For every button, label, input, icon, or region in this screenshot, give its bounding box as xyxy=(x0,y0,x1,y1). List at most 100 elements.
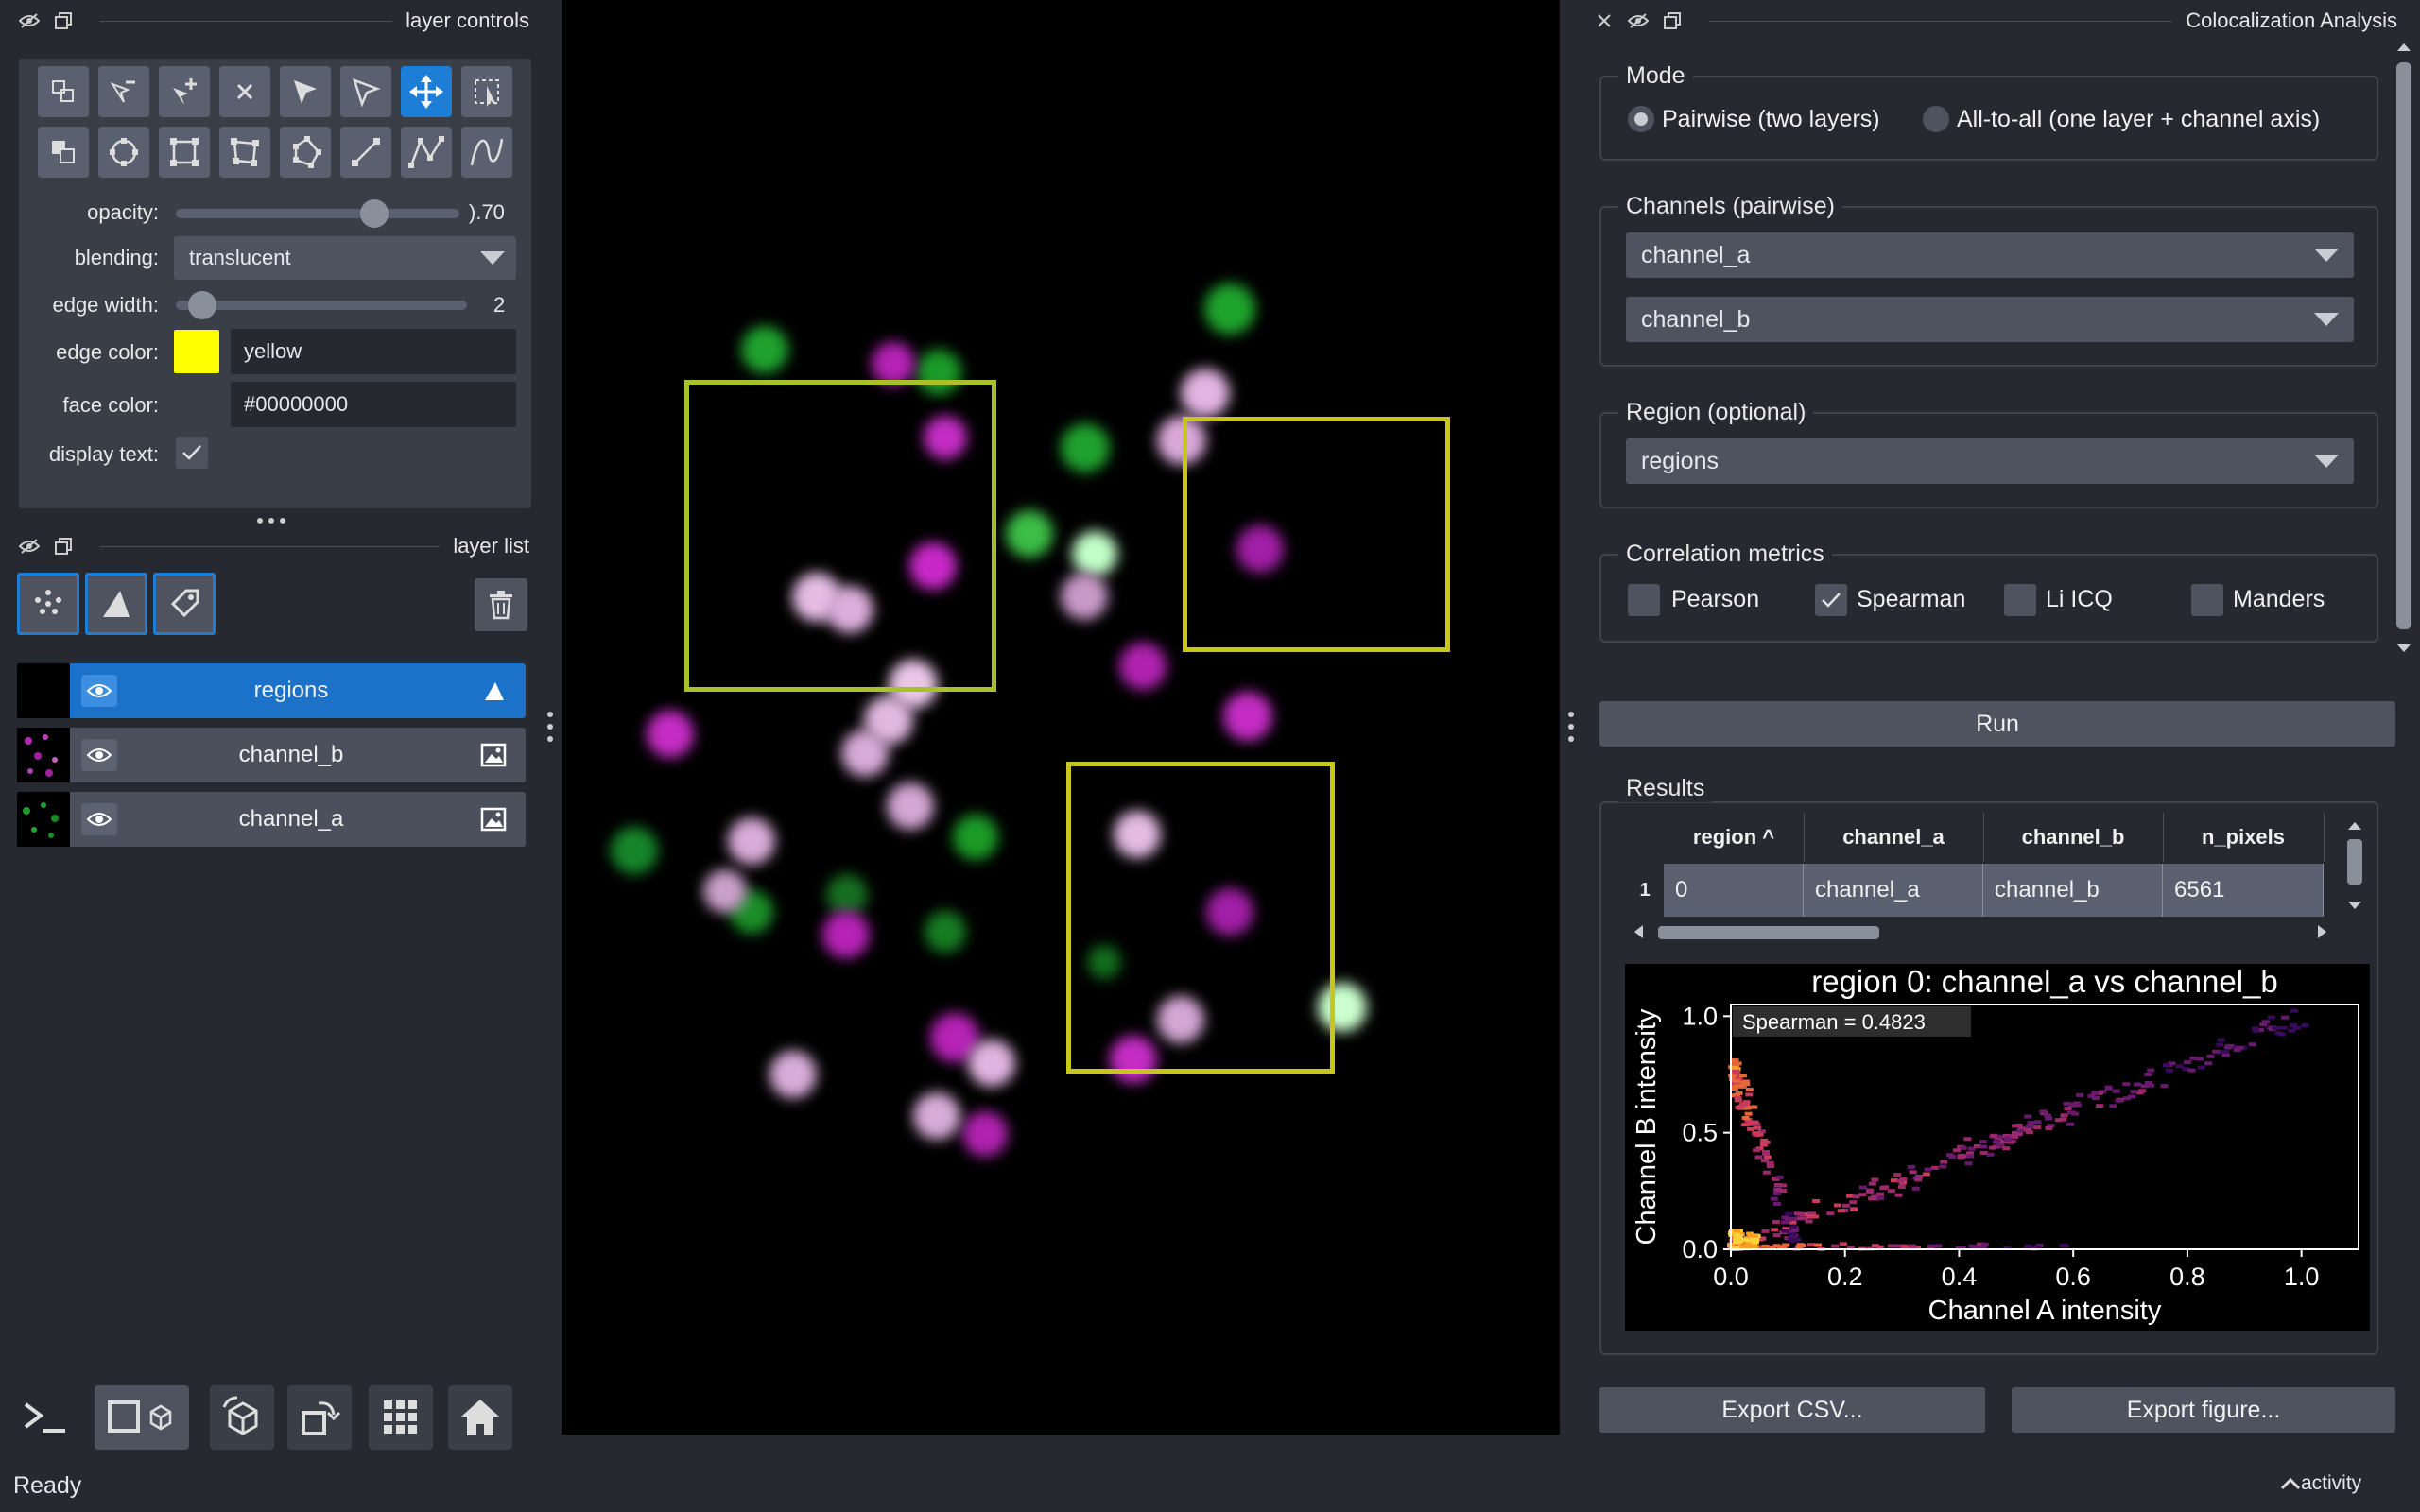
rectangle-rotate-icon[interactable] xyxy=(219,127,270,178)
export-figure-button[interactable]: Export figure... xyxy=(2012,1387,2395,1433)
scroll-right-icon[interactable] xyxy=(2314,922,2331,941)
activity-toggle[interactable]: activity xyxy=(2280,1472,2361,1495)
add-vertex-icon[interactable] xyxy=(159,66,210,117)
visibility-eye-icon[interactable] xyxy=(81,803,117,835)
float-icon[interactable] xyxy=(1662,10,1683,31)
new-labels-layer-button[interactable] xyxy=(153,573,216,635)
dock-splitter-handle-icon[interactable] xyxy=(1567,711,1575,743)
mode-all-to-all-radio[interactable] xyxy=(1923,106,1949,132)
direct-select-icon[interactable] xyxy=(340,66,391,117)
layer-name: regions xyxy=(253,678,329,703)
cell-channel_a[interactable]: channel_a xyxy=(1804,864,1983,917)
new-shapes-layer-button[interactable] xyxy=(85,573,147,635)
density-bin xyxy=(2068,1110,2077,1115)
region-rectangle-2[interactable] xyxy=(1183,417,1450,652)
edge-width-slider[interactable] xyxy=(176,301,467,310)
layer-row-channel_a[interactable]: channel_a xyxy=(17,792,526,847)
table-vscroll-thumb[interactable] xyxy=(2347,839,2362,885)
transpose-icon[interactable] xyxy=(287,1385,352,1450)
opacity-slider-handle[interactable] xyxy=(360,199,389,228)
splitter-handle-icon[interactable] xyxy=(255,516,287,525)
face-color-field[interactable]: #00000000 xyxy=(231,382,516,427)
roll-dims-icon[interactable] xyxy=(210,1385,274,1450)
column-header-channel_b[interactable]: channel_b xyxy=(1983,813,2164,862)
cell-n_pixels[interactable]: 6561 xyxy=(2163,864,2324,917)
scroll-up-icon[interactable] xyxy=(2344,816,2365,833)
path-icon[interactable] xyxy=(401,127,452,178)
run-button[interactable]: Run xyxy=(1599,701,2395,747)
region-dropdown[interactable]: regions xyxy=(1626,438,2354,484)
cell-region[interactable]: 0 xyxy=(1664,864,1804,917)
table-hscroll-thumb[interactable] xyxy=(1658,926,1879,939)
float-icon[interactable] xyxy=(53,536,74,557)
layer-row-regions[interactable]: regions xyxy=(17,663,526,718)
scrollbar-thumb[interactable] xyxy=(2396,62,2411,629)
density-bin xyxy=(1754,1155,1763,1160)
metrics-title: Correlation metrics xyxy=(1618,541,1832,568)
dock-splitter-handle-icon[interactable] xyxy=(546,711,554,743)
y-tick-label: 0.0 xyxy=(1682,1235,1718,1263)
edge-color-label: edge color: xyxy=(56,340,159,364)
visibility-eye-icon[interactable] xyxy=(81,739,117,771)
move-back-icon[interactable] xyxy=(38,127,89,178)
select-vertices-icon[interactable] xyxy=(98,66,149,117)
export-csv-button[interactable]: Export CSV... xyxy=(1599,1387,1985,1433)
column-header-channel_a[interactable]: channel_a xyxy=(1804,813,1984,862)
pan-zoom-icon[interactable] xyxy=(401,66,452,117)
display-text-checkbox[interactable] xyxy=(176,437,208,469)
polygon-icon[interactable] xyxy=(280,127,331,178)
scroll-up-icon[interactable] xyxy=(2394,38,2414,57)
row-index[interactable]: 1 xyxy=(1626,864,1664,917)
density-bin xyxy=(2104,1085,2113,1090)
image-canvas[interactable] xyxy=(562,0,1560,1435)
mode-pairwise-radio[interactable] xyxy=(1628,106,1654,132)
eye-icon[interactable] xyxy=(19,10,40,31)
home-icon[interactable] xyxy=(448,1385,512,1450)
density-bin xyxy=(1772,1191,1781,1195)
float-icon[interactable] xyxy=(53,10,74,31)
scroll-left-icon[interactable] xyxy=(1630,922,1647,941)
region-rectangle-1[interactable] xyxy=(684,380,996,692)
opacity-slider[interactable] xyxy=(176,209,459,218)
2d-3d-toggle-icon[interactable] xyxy=(95,1385,189,1450)
vertex-insert-icon[interactable] xyxy=(38,66,89,117)
column-header-region[interactable]: region ^ xyxy=(1664,813,1805,862)
spearman-checkbox[interactable] xyxy=(1815,584,1847,616)
grid-icon[interactable] xyxy=(369,1385,433,1450)
blending-dropdown[interactable]: translucent xyxy=(174,236,516,280)
delete-shape-icon[interactable] xyxy=(219,66,270,117)
console-icon[interactable] xyxy=(13,1385,78,1450)
column-header-n_pixels[interactable]: n_pixels xyxy=(2163,813,2325,862)
li-icq-checkbox[interactable] xyxy=(2004,584,2036,616)
eye-icon[interactable] xyxy=(1628,10,1649,31)
line-icon[interactable] xyxy=(340,127,391,178)
pearson-checkbox[interactable] xyxy=(1628,584,1660,616)
ellipse-icon[interactable] xyxy=(98,127,149,178)
density-bin xyxy=(1754,1125,1762,1130)
cell-channel_b[interactable]: channel_b xyxy=(1983,864,2163,917)
eye-icon[interactable] xyxy=(19,536,40,557)
spot xyxy=(962,1111,1008,1157)
edge-color-field[interactable]: yellow xyxy=(231,329,516,374)
chevron-down-icon xyxy=(480,251,505,265)
close-icon[interactable] xyxy=(1594,10,1615,31)
dock-scrollbar[interactable] xyxy=(2394,38,2414,662)
edge-width-slider-handle[interactable] xyxy=(188,291,216,319)
delete-layer-button[interactable] xyxy=(475,578,527,631)
rectangle-icon[interactable] xyxy=(159,127,210,178)
density-bin xyxy=(1789,1225,1798,1229)
select-shape-icon[interactable] xyxy=(280,66,331,117)
region-rectangle-3[interactable] xyxy=(1066,762,1335,1074)
scroll-down-icon[interactable] xyxy=(2394,639,2414,658)
edge-color-swatch[interactable] xyxy=(174,330,219,373)
new-points-layer-button[interactable] xyxy=(17,573,79,635)
layer-row-channel_b[interactable]: channel_b xyxy=(17,728,526,782)
channel-b-dropdown[interactable]: channel_b xyxy=(1626,297,2354,342)
channel-a-dropdown[interactable]: channel_a xyxy=(1626,232,2354,278)
polyline-icon[interactable] xyxy=(461,127,512,178)
visibility-eye-icon[interactable] xyxy=(81,675,117,707)
scroll-down-icon[interactable] xyxy=(2344,898,2365,915)
density-bin xyxy=(2160,1084,2169,1089)
manders-checkbox[interactable] xyxy=(2191,584,2223,616)
transform-icon[interactable] xyxy=(461,66,512,117)
